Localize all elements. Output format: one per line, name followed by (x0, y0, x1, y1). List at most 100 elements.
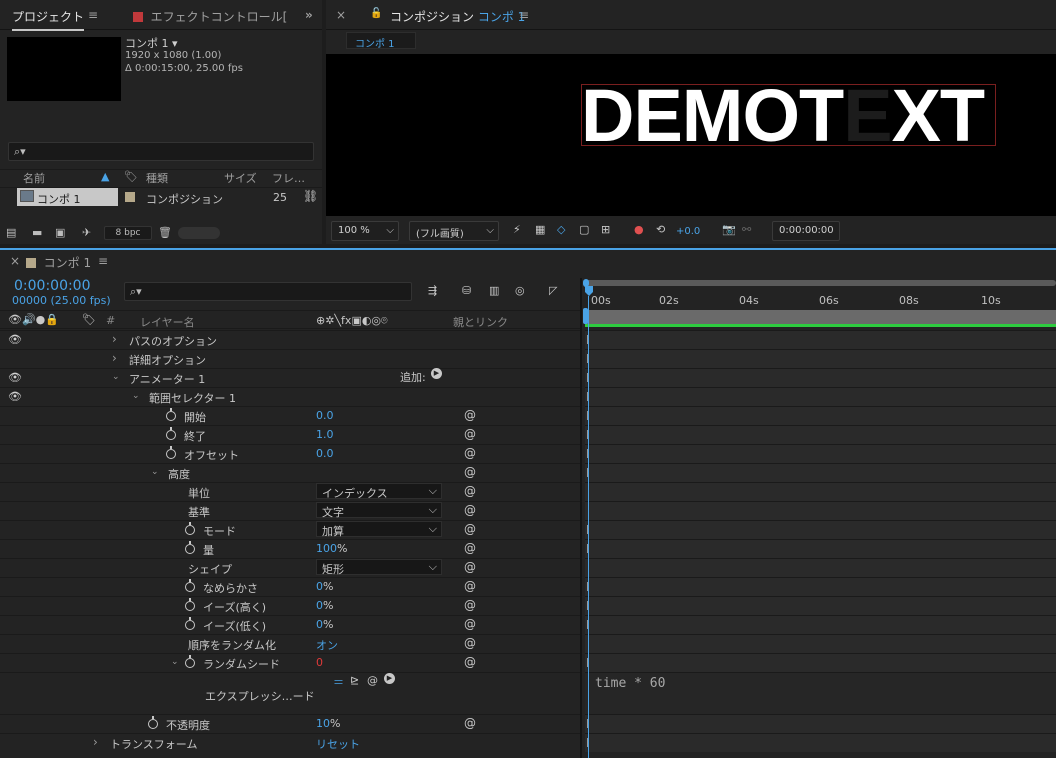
trash-icon[interactable]: 🗑 (158, 226, 172, 239)
layer-property-row[interactable] (0, 444, 580, 463)
graph-editor-icon[interactable]: ◸ (549, 285, 557, 297)
stopwatch-icon[interactable] (185, 541, 195, 554)
property-value[interactable]: オン (316, 637, 338, 653)
layer-property-row[interactable] (0, 539, 580, 558)
col-type[interactable]: 種類 (146, 170, 168, 187)
label-swatch-icon[interactable] (125, 192, 135, 202)
current-time-display[interactable]: 0:00:00:00 (14, 278, 91, 294)
timeline-track-row[interactable] (585, 368, 1056, 387)
bpc-button[interactable]: 8 bpc (104, 226, 152, 240)
timeline-track-row[interactable] (585, 653, 1056, 672)
chevron-down-icon[interactable]: ⌄ (132, 391, 140, 401)
guides-icon[interactable]: ⊞ (601, 224, 610, 236)
tab-effect-controls[interactable]: エフェクトコントロール[ (133, 8, 287, 25)
layer-property-row[interactable] (0, 501, 580, 520)
fast-preview-icon[interactable]: ⚡ (513, 224, 521, 236)
col-parent-link[interactable]: 親とリンク (453, 314, 508, 330)
layer-property-row[interactable] (0, 596, 580, 615)
property-dropdown[interactable]: 矩形 ⌵ (316, 559, 442, 576)
exposure-reset-icon[interactable]: ⟲ (656, 224, 665, 236)
layer-property-row[interactable] (0, 714, 580, 733)
timeline-track-row[interactable] (585, 520, 1056, 539)
property-value[interactable]: 0.0 (316, 447, 334, 460)
timeline-tab[interactable]: コンポ 1 (26, 254, 91, 271)
pickwhip-spiral-icon[interactable]: @ (464, 655, 476, 669)
col-name[interactable]: 名前 (23, 170, 45, 187)
time-navigator[interactable] (585, 280, 1056, 286)
label-tag-icon[interactable]: 🏷 (124, 170, 138, 187)
pickwhip-spiral-icon[interactable]: @ (464, 560, 476, 574)
layer-property-row[interactable] (0, 733, 580, 752)
timeline-menu-icon[interactable]: ≡ (98, 254, 108, 268)
timeline-track-row[interactable] (585, 349, 1056, 368)
col-switches[interactable]: ⊕✲╲fx▣◐◎⌾ (316, 314, 388, 328)
property-value[interactable]: 0 (316, 656, 323, 669)
thumbnail-size-slider[interactable] (178, 227, 220, 239)
layer-property-row[interactable] (0, 558, 580, 577)
layer-property-row[interactable] (0, 482, 580, 501)
col-size[interactable]: サイズ (224, 170, 257, 187)
panel-overflow-icon[interactable]: » (305, 8, 313, 22)
tab-project[interactable]: プロジェクト (12, 8, 85, 31)
stopwatch-icon[interactable] (166, 427, 176, 440)
visibility-eye-icon[interactable]: 👁 (8, 333, 22, 346)
interpret-footage-icon[interactable]: ▤ (6, 226, 16, 239)
work-area-bar[interactable] (585, 310, 1056, 324)
timeline-track-row[interactable] (585, 558, 1056, 577)
pickwhip-spiral-icon[interactable]: @ (464, 541, 476, 555)
expression-text[interactable]: time * 60 (595, 676, 665, 691)
project-item-selected[interactable]: コンポ 1 (17, 188, 118, 206)
layer-property-row[interactable] (0, 349, 580, 368)
av-features-icon[interactable]: 👁🔊●🔒 (8, 314, 59, 326)
pickwhip-spiral-icon[interactable]: @ (464, 465, 476, 479)
add-play-icon[interactable]: ▶ (431, 368, 442, 379)
quality-dropdown[interactable]: (フル画質) ⌵ (409, 221, 499, 241)
exposure-value[interactable]: +0.0 (676, 226, 700, 237)
sort-arrow-icon[interactable]: ▲ (101, 170, 109, 187)
timeline-track-row[interactable] (585, 733, 1056, 752)
stopwatch-icon[interactable] (185, 655, 195, 668)
stopwatch-icon[interactable] (185, 522, 195, 535)
flowchart-icon[interactable]: ⛓ (303, 189, 318, 203)
frame-blending-icon[interactable]: ▥ (489, 285, 499, 297)
show-snapshot-icon[interactable]: ⚯ (742, 224, 751, 236)
timeline-divider[interactable] (580, 278, 582, 758)
layer-property-row[interactable] (0, 520, 580, 539)
property-value[interactable]: 0% (316, 599, 333, 612)
property-value[interactable]: 1.0 (316, 428, 334, 441)
layer-property-row[interactable] (0, 577, 580, 596)
timeline-track-row[interactable] (585, 539, 1056, 558)
new-folder-icon[interactable]: ▬ (32, 226, 42, 239)
snapshot-camera-icon[interactable]: 📷 (722, 224, 736, 236)
layer-property-row[interactable] (0, 634, 580, 653)
layer-property-row[interactable] (0, 330, 580, 349)
visibility-eye-icon[interactable]: 👁 (8, 390, 22, 403)
viewer-menu-icon[interactable]: ≡ (519, 8, 529, 22)
timeline-track-row[interactable] (585, 577, 1056, 596)
timeline-track-row[interactable] (585, 330, 1056, 349)
lock-icon[interactable]: 🔓 (370, 8, 382, 19)
stopwatch-icon[interactable] (185, 598, 195, 611)
render-queue-icon[interactable]: ✈ (82, 226, 91, 239)
visibility-eye-icon[interactable]: 👁 (8, 371, 22, 384)
chevron-right-icon[interactable]: › (112, 351, 117, 365)
chevron-down-icon[interactable]: ⌄ (171, 657, 179, 667)
shy-layers-icon[interactable]: ⛁ (462, 285, 471, 297)
layer-property-row[interactable] (0, 615, 580, 634)
comp-subtab[interactable]: コンポ 1 (346, 32, 416, 50)
pickwhip-spiral-icon[interactable]: @ (464, 716, 476, 730)
chevron-right-icon[interactable]: › (112, 332, 117, 346)
property-dropdown[interactable]: 文字 ⌵ (316, 502, 442, 519)
property-value[interactable]: 10% (316, 717, 340, 730)
chevron-down-icon[interactable]: ⌄ (112, 372, 120, 382)
close-icon[interactable]: × (336, 8, 346, 22)
chevron-right-icon[interactable]: › (93, 735, 98, 749)
layer-property-row[interactable] (0, 653, 580, 672)
layer-property-row[interactable] (0, 463, 580, 482)
timeline-track-row[interactable] (585, 463, 1056, 482)
stopwatch-icon[interactable] (185, 617, 195, 630)
layer-property-row[interactable] (0, 368, 580, 387)
stopwatch-icon[interactable] (166, 446, 176, 459)
expression-pickwhip-icon[interactable]: @ (367, 674, 378, 687)
close-icon[interactable]: × (10, 254, 20, 268)
